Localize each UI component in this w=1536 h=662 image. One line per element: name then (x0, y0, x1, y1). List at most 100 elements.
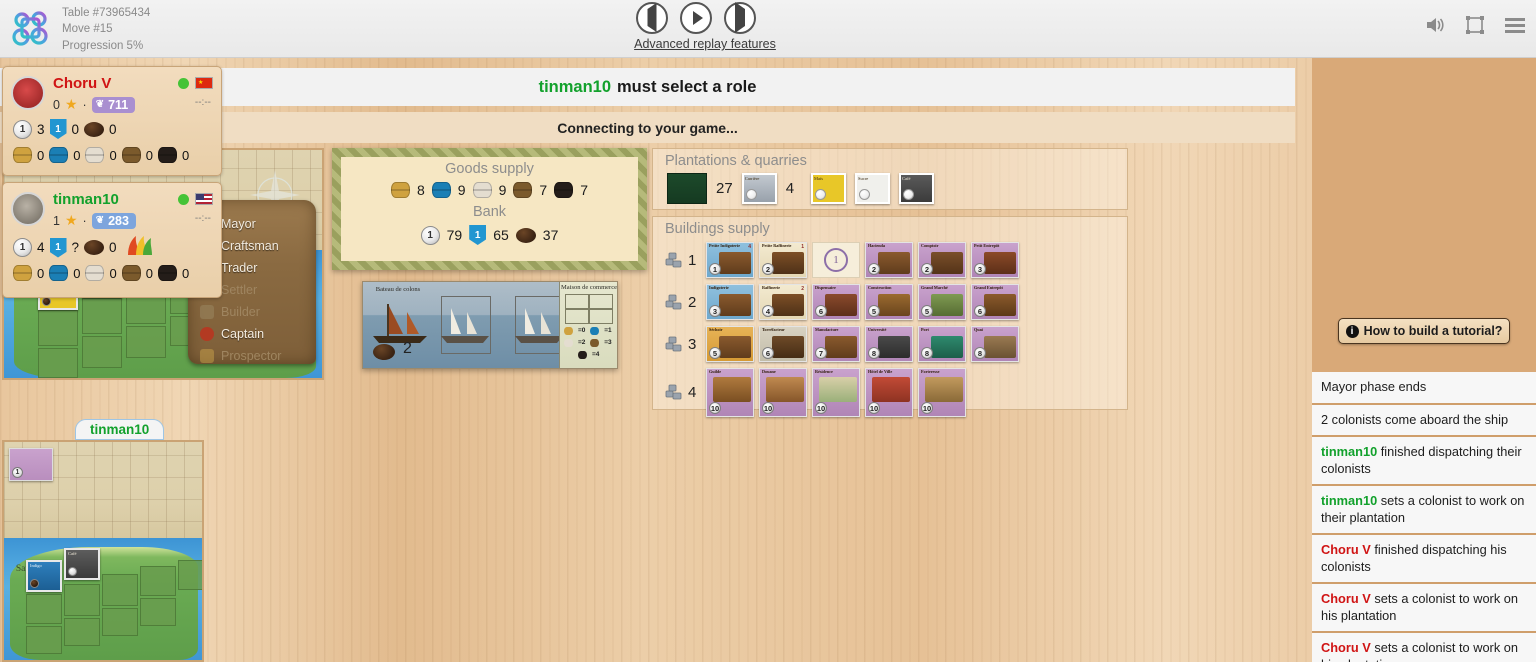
building-card[interactable]: Guilde 10 (706, 367, 754, 417)
next-move-icon[interactable] (724, 2, 756, 34)
tobacco-barrel-icon (121, 147, 141, 163)
building-card[interactable]: Dispensaire 6 (812, 284, 860, 320)
player-tobacco: 0 (145, 147, 153, 163)
log-item: tinman10 sets a colonist to work on thei… (1312, 486, 1536, 535)
building-card[interactable]: Hacienda 2 (865, 242, 913, 278)
building-cost: 6 (762, 347, 774, 359)
plantation-plot[interactable] (140, 566, 176, 596)
plantation-deck[interactable] (667, 173, 707, 204)
building-card[interactable]: Résidence 10 (812, 367, 860, 417)
avatar[interactable] (11, 76, 45, 110)
plantation-plot[interactable] (178, 560, 202, 590)
plantation-plot[interactable] (102, 574, 138, 606)
player-name[interactable]: tinman10 (53, 191, 119, 208)
building-cost: 10 (868, 401, 880, 414)
player-board-tinman10[interactable]: San Juan 1 Indigo Café (2, 440, 204, 662)
plantation-plot[interactable] (38, 348, 78, 378)
corn-barrel-icon (564, 327, 573, 336)
building-card[interactable]: Forteresse 10 (918, 367, 966, 417)
plantation-tile-coffee[interactable]: Café (899, 173, 935, 204)
building-cost: 3 (709, 305, 721, 317)
building-card[interactable]: Comptoir 2 (918, 242, 966, 278)
goods-supply-panel: Goods supply 8 9 9 7 7 Bank 1 79 1 65 37 (332, 148, 647, 270)
fullscreen-icon[interactable] (1464, 14, 1486, 36)
player-sugar: 0 (109, 147, 117, 163)
plantations-row: 27 Carrière 4 Maïs Sucre Café (653, 169, 1127, 204)
building-card[interactable]: Manufacture 7 (812, 326, 860, 362)
player-goods: 0 0 0 0 0 (13, 147, 189, 163)
building-art (878, 336, 910, 358)
building-card[interactable]: Petite Raffinerie 1 2 (759, 242, 807, 278)
how-to-build-tutorial-button[interactable]: i How to build a tutorial? (1338, 318, 1510, 344)
trading-house-grid[interactable] (565, 294, 613, 324)
plantation-plot[interactable] (38, 310, 78, 346)
building-card[interactable]: Indigoterie 3 (706, 284, 754, 320)
building-card[interactable]: Grand Entrepôt 6 (971, 284, 1019, 320)
building-name: Hacienda (868, 243, 885, 248)
building-card[interactable]: Université 8 (865, 326, 913, 362)
doubloon-icon: 1 (13, 119, 32, 139)
tile-marker (903, 189, 915, 200)
building-card[interactable]: Grand Marché 5 (918, 284, 966, 320)
city-building-card[interactable]: 1 (9, 448, 53, 481)
plantation-tile-corn[interactable]: Maïs (811, 173, 847, 204)
plantation-tile-coffee[interactable]: Café (64, 548, 100, 580)
building-art (984, 336, 1016, 358)
player-goods: 0 0 0 0 0 (13, 265, 189, 281)
bga-logo-icon[interactable] (8, 7, 54, 51)
role-captain[interactable]: Captain (200, 324, 264, 344)
advanced-replay-link[interactable]: Advanced replay features (560, 37, 850, 51)
ships-and-trading-house[interactable]: Bateau de colons 2 Maison de commerce =0… (362, 281, 618, 369)
building-name: Grand Entrepôt (974, 285, 1003, 290)
building-cost: 10 (815, 401, 827, 414)
player-status: ★ (178, 77, 213, 89)
plantation-plot[interactable] (82, 298, 122, 334)
player-colonists: 0 (109, 121, 117, 137)
plantation-plot[interactable] (82, 336, 122, 368)
plantation-plot[interactable] (64, 618, 100, 646)
building-slot-empty[interactable]: 1 (812, 242, 860, 278)
building-card[interactable]: Petite Indigoterie 4 1 (706, 242, 754, 278)
prev-move-icon[interactable] (636, 2, 668, 34)
plantation-plot[interactable] (26, 594, 62, 624)
bank-victory-points: 65 (493, 227, 509, 243)
building-art (931, 336, 963, 358)
plantation-plot[interactable] (64, 584, 100, 616)
building-card[interactable]: Séchoir 5 (706, 326, 754, 362)
player-doubloons: 3 (37, 121, 45, 137)
building-name: Séchoir (709, 327, 723, 332)
plantation-plot[interactable] (140, 598, 176, 626)
building-card[interactable]: Construction 5 (865, 284, 913, 320)
quarry-tile[interactable]: Carrière (741, 173, 777, 204)
plantation-plot[interactable] (126, 326, 166, 358)
building-card[interactable]: Quai 8 (971, 326, 1019, 362)
building-card[interactable]: Port 8 (918, 326, 966, 362)
building-card[interactable]: Raffinerie 2 4 (759, 284, 807, 320)
goods-supply-row: 8 9 9 7 7 (341, 182, 638, 198)
trading-house[interactable]: Maison de commerce =0 =1 =2 =3 =4 (559, 282, 617, 368)
avatar[interactable] (11, 192, 45, 226)
menu-icon[interactable] (1504, 14, 1526, 36)
building-art (825, 294, 857, 316)
plantation-tile-indigo[interactable]: Indigo (26, 560, 62, 592)
play-icon[interactable] (680, 2, 712, 34)
building-name: Forteresse (921, 368, 940, 374)
building-card[interactable]: Hôtel de Ville 10 (865, 367, 913, 417)
quarry-icon (665, 335, 683, 353)
plantation-plot[interactable] (102, 608, 138, 636)
sound-icon[interactable] (1424, 14, 1446, 36)
game-log[interactable]: Mayor phase ends 2 colonists come aboard… (1312, 372, 1536, 662)
player-panel-tinman10[interactable]: tinman10 1 ★ · ❦ 283 1 4 1 ? 0 0 0 0 0 0… (2, 182, 222, 298)
building-card[interactable]: Torréfacteur 6 (759, 326, 807, 362)
player-panel-choru-v[interactable]: Choru V 0 ★ · ❦ 711 1 3 1 0 0 0 0 0 0 0 … (2, 66, 222, 176)
tile-label: Carrière (744, 176, 760, 181)
building-card[interactable]: Petit Entrepôt 3 (971, 242, 1019, 278)
elo-badge: ❦ 283 (91, 212, 136, 229)
player-name[interactable]: Choru V (53, 75, 111, 92)
building-card[interactable]: Douane 10 (759, 367, 807, 417)
plantation-plot[interactable] (26, 626, 62, 654)
plantation-tile-sugar[interactable]: Sucre (855, 173, 891, 204)
building-cost: 8 (974, 347, 986, 359)
building-cost: 4 (762, 305, 774, 317)
plantation-deck-count: 27 (716, 180, 733, 197)
